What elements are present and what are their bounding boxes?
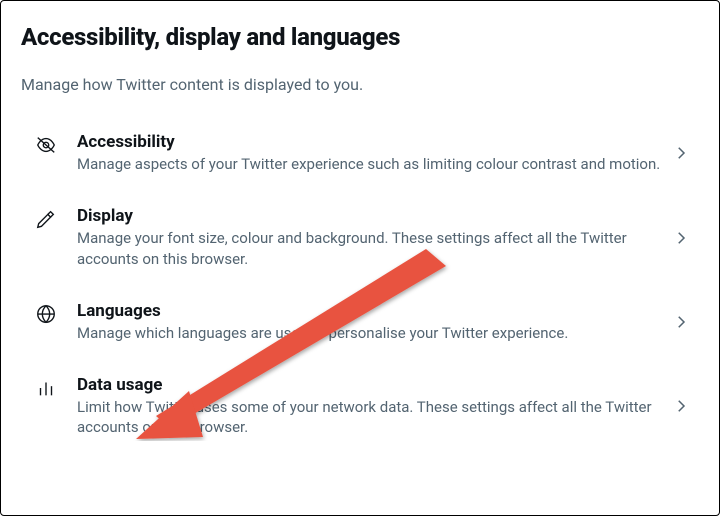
setting-desc: Manage which languages are used to perso… [77,323,661,343]
setting-title: Languages [77,301,661,321]
setting-desc: Manage aspects of your Twitter experienc… [77,154,661,174]
setting-row-display[interactable]: Display Manage your font size, colour an… [21,190,699,285]
brush-icon [35,208,57,230]
bars-icon [35,377,57,399]
setting-title: Accessibility [77,132,661,152]
setting-desc: Limit how Twitter uses some of your netw… [77,397,661,438]
setting-desc: Manage your font size, colour and backgr… [77,228,661,269]
settings-list: Accessibility Manage aspects of your Twi… [21,116,699,454]
page-subtitle: Manage how Twitter content is displayed … [21,75,699,94]
setting-title: Data usage [77,375,661,395]
chevron-right-icon [671,143,691,163]
chevron-right-icon [671,396,691,416]
chevron-right-icon [671,312,691,332]
globe-icon [35,303,57,325]
setting-row-data-usage[interactable]: Data usage Limit how Twitter uses some o… [21,359,699,454]
page-title: Accessibility, display and languages [21,23,699,51]
setting-texts: Languages Manage which languages are use… [77,301,671,343]
setting-row-languages[interactable]: Languages Manage which languages are use… [21,285,699,359]
setting-texts: Accessibility Manage aspects of your Twi… [77,132,671,174]
setting-texts: Display Manage your font size, colour an… [77,206,671,269]
setting-texts: Data usage Limit how Twitter uses some o… [77,375,671,438]
setting-title: Display [77,206,661,226]
eye-off-icon [35,134,57,156]
chevron-right-icon [671,228,691,248]
setting-row-accessibility[interactable]: Accessibility Manage aspects of your Twi… [21,116,699,190]
